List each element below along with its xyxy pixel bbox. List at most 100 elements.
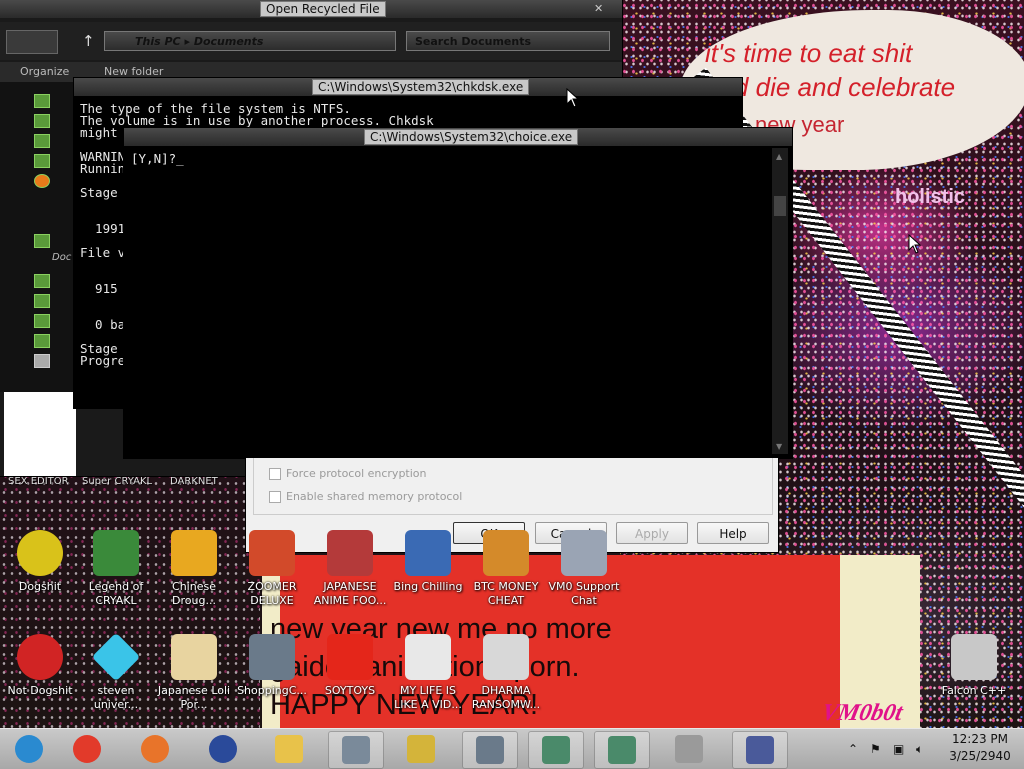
force-encryption-label: Force protocol encryption xyxy=(286,467,427,480)
back-forward-buttons[interactable] xyxy=(6,30,58,54)
desktop-icon-label: Legend of CRYAKL xyxy=(88,580,144,607)
desktop-icon[interactable]: Not Dogshit xyxy=(2,634,78,698)
taskbar-chrome[interactable] xyxy=(60,731,114,767)
taskbar-doc2[interactable] xyxy=(594,731,650,769)
path-this-pc[interactable]: This PC xyxy=(135,35,181,48)
recycle-bin-icon xyxy=(951,634,997,680)
explorer-titlebar[interactable]: Open Recycled File ✕ xyxy=(0,0,622,18)
obama-logo-icon xyxy=(209,735,237,763)
choice-scrollbar[interactable] xyxy=(772,148,788,454)
desktop-icon[interactable]: Japanese Loli Por... xyxy=(156,634,232,712)
choice-titlebar[interactable]: C:\Windows\System32\choice.exe xyxy=(124,128,792,146)
organize-button[interactable]: Organize xyxy=(20,65,69,78)
mouse-cursor-icon xyxy=(566,88,580,108)
volume-icon[interactable]: 🔈︎ xyxy=(916,742,923,757)
desktop-icon[interactable]: BTC MONEY CHEAT xyxy=(468,530,544,608)
up-arrow-icon[interactable]: ↑ xyxy=(82,32,95,50)
taskbar-start-button[interactable] xyxy=(2,731,56,767)
nav-drive-icon[interactable] xyxy=(34,354,50,368)
partial-icon-label[interactable]: DARKNET xyxy=(170,476,218,487)
desktop-icon[interactable]: steven univer... xyxy=(78,632,154,712)
nav-folder-icon[interactable] xyxy=(34,314,50,328)
nav-folder-icon[interactable] xyxy=(34,94,50,108)
soytoys-s-icon xyxy=(327,634,373,680)
drive-icon xyxy=(675,735,703,763)
nav-folder-icon[interactable] xyxy=(34,154,50,168)
desktop-icon[interactable]: Falcon C++ xyxy=(936,634,1012,698)
bubble-text: it's time to eat shit and die and celebra… xyxy=(705,38,956,102)
search-input[interactable]: Search Documents xyxy=(406,31,610,51)
chrome-icon xyxy=(73,735,101,763)
desktop-icon-label: JAPANESE ANIME FOO... xyxy=(313,580,387,607)
partial-icon-label[interactable]: SEX EDITOR xyxy=(8,476,69,487)
nav-firefox-icon[interactable] xyxy=(34,174,50,188)
chkdsk-titlebar[interactable]: C:\Windows\System32\chkdsk.exe xyxy=(74,78,742,96)
taskbar-drive[interactable] xyxy=(662,731,716,767)
desktop-icon[interactable]: ShoppingC... xyxy=(234,634,310,698)
clock[interactable]: 12:23 PM 3/25/2940 xyxy=(940,731,1020,765)
folder-icon xyxy=(275,735,303,763)
pixel-character-icon xyxy=(93,530,139,576)
taskbar-firefox[interactable] xyxy=(128,731,182,767)
nav-folder-icon[interactable] xyxy=(34,234,50,248)
desktop-icon[interactable]: Legend of CRYAKL xyxy=(78,530,154,608)
scrollbar-thumb[interactable] xyxy=(774,196,786,216)
desktop-icon[interactable]: MY LIFE IS LIKE A VID... xyxy=(390,634,466,712)
partial-icon-label[interactable]: Super CRYAKL xyxy=(82,476,152,487)
show-hidden-icons-icon[interactable]: ⌃ xyxy=(848,742,858,756)
taskbar-keys[interactable] xyxy=(394,731,448,767)
choice-window[interactable]: C:\Windows\System32\choice.exe xyxy=(124,128,792,458)
taskbar-explorer[interactable] xyxy=(262,731,316,767)
desktop-icon[interactable]: Dogshit xyxy=(2,530,78,594)
path-documents[interactable]: Documents xyxy=(194,35,264,48)
bitcoin-icon xyxy=(483,530,529,576)
dogshit-disc-icon xyxy=(17,530,63,576)
start-orb-icon xyxy=(15,735,43,763)
address-path[interactable]: This PC ▸ Documents xyxy=(104,31,396,51)
desktop-icon-label: VM0 Support Chat xyxy=(548,580,620,607)
shared-memory-label: Enable shared memory protocol xyxy=(286,490,463,503)
taskbar-calculator[interactable] xyxy=(328,731,384,769)
desktop-icon[interactable]: VM0 Support Chat xyxy=(546,530,622,608)
gamepad-icon xyxy=(405,634,451,680)
watermark-text: VM0b0t xyxy=(819,700,905,726)
apply-button[interactable]: Apply xyxy=(616,522,688,544)
nav-folder-icon[interactable] xyxy=(34,294,50,308)
network-icon[interactable]: ▣ xyxy=(893,742,904,756)
desktop-icon-label: Falcon C++ xyxy=(941,684,1007,697)
skull-icon xyxy=(483,634,529,680)
desktop-icon[interactable]: SOYTOYS xyxy=(312,634,388,698)
close-icon[interactable]: ✕ xyxy=(594,2,603,15)
nav-folder-icon[interactable] xyxy=(34,114,50,128)
desktop-icon[interactable]: DHARMA RANSOMW... xyxy=(468,634,544,712)
desktop-icon-label: Japanese Loli Por... xyxy=(157,684,231,711)
new-folder-button[interactable]: New folder xyxy=(104,65,163,78)
desktop-icon[interactable]: JAPANESE ANIME FOO... xyxy=(312,530,388,608)
shared-memory-checkbox[interactable] xyxy=(269,491,281,503)
desktop-icon[interactable]: Chinese Droug... xyxy=(156,530,232,608)
force-encryption-checkbox[interactable] xyxy=(269,468,281,480)
taskbar-system[interactable] xyxy=(732,731,788,769)
explorer-title: Open Recycled File xyxy=(260,1,386,17)
scroll-up-icon[interactable]: ▲ xyxy=(776,152,782,161)
help-button[interactable]: Help xyxy=(697,522,769,544)
desktop-icon-label: SOYTOYS xyxy=(324,684,376,697)
explorer-content-area xyxy=(4,392,76,476)
nav-folder-icon[interactable] xyxy=(34,134,50,148)
desktop-icon-label: Chinese Droug... xyxy=(172,580,216,607)
action-center-flag-icon[interactable]: ⚑ xyxy=(870,742,881,756)
taskbar-doc1[interactable] xyxy=(528,731,584,769)
clock-time: 12:23 PM xyxy=(952,732,1008,746)
scroll-down-icon[interactable]: ▼ xyxy=(776,442,782,451)
desktop-icon[interactable]: Bing Chilling xyxy=(390,530,466,594)
taskbar-obama[interactable] xyxy=(196,731,250,767)
nav-documents-label[interactable]: Doc xyxy=(52,252,71,263)
keys-icon xyxy=(407,735,435,763)
nav-folder-icon[interactable] xyxy=(34,334,50,348)
choice-prompt[interactable]: [Y,N]?_ xyxy=(131,152,184,165)
mouse-cursor-icon xyxy=(908,234,922,254)
desktop-icon[interactable]: ZOOMER DELUXE xyxy=(234,530,310,608)
nav-folder-icon[interactable] xyxy=(34,274,50,288)
system-monitor-icon xyxy=(746,736,774,764)
taskbar-terminal[interactable] xyxy=(462,731,518,769)
